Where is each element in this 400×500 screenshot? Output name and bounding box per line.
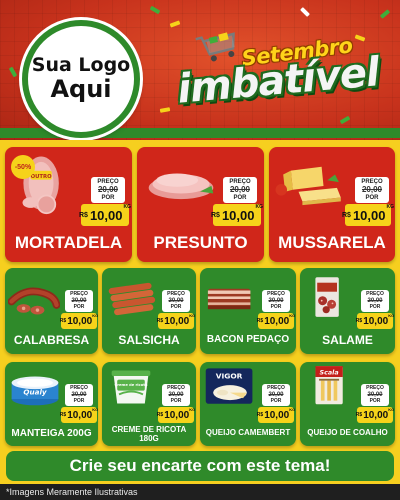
product-card-calabresa: PREÇO 20,00 POR R$ 10,00 KG CALABRESA <box>5 268 98 354</box>
product-name: BACON PEDAÇO <box>206 334 290 345</box>
store-logo-placeholder: Sua Logo Aqui <box>22 20 140 138</box>
queijo-coalho-photo: Scala <box>315 366 343 405</box>
discount-badge: -50% <box>11 155 35 179</box>
product-name-line1: CREME DE RICOTA <box>111 425 187 434</box>
product-card-creme-ricota: Creme de ricota PREÇO 20,00 POR R$ 10,00… <box>102 362 196 446</box>
product-name: MANTEIGA 200G <box>11 428 92 439</box>
old-price-box: PREÇO 20,00 POR <box>361 290 389 312</box>
new-price-box: R$ 10,00 KG <box>356 313 394 329</box>
confetti-decoration <box>379 9 391 19</box>
new-price-box: R$ 10,00 KG <box>60 407 98 423</box>
product-card-presunto: PREÇO 20,00 POR R$ 10,00 KG PRESUNTO <box>137 147 264 262</box>
mussarela-photo <box>275 166 341 206</box>
presunto-photo <box>148 173 214 200</box>
product-card-manteiga: Qualy PREÇO 20,00 POR R$ 10,00 KG MANTEI… <box>5 362 98 446</box>
old-price-box: PREÇO 20,00 POR <box>91 177 125 203</box>
product-card-salame: PREÇO 20,00 POR R$ 10,00 KG SALAME <box>300 268 395 354</box>
confetti-decoration <box>149 5 161 15</box>
old-price-box: PREÇO 20,00 POR <box>262 384 290 406</box>
product-name-line2: 180G <box>139 434 159 443</box>
old-price-box: PREÇO 20,00 POR <box>355 177 389 203</box>
old-price-box: PREÇO 20,00 POR <box>223 177 257 203</box>
new-price-box: R$ 10,00 KG <box>356 407 394 423</box>
coalho-brand-text: Scala <box>320 369 339 376</box>
new-price-box: R$ 10,00 KG <box>157 313 195 329</box>
old-price-box: PREÇO 20,00 POR <box>162 290 190 312</box>
confetti-decoration <box>339 115 351 125</box>
product-name: CALABRESA <box>13 333 90 347</box>
confetti-decoration <box>300 7 310 17</box>
product-name: MUSSARELA <box>278 233 386 252</box>
new-price-box: R$ 10,00 KG <box>211 204 263 226</box>
product-card-bacon: PREÇO 20,00 POR R$ 10,00 KG BACON PEDAÇO <box>200 268 296 354</box>
disclaimer-text: *Imagens Meramente Ilustrativas <box>0 484 400 500</box>
product-card-salsicha: PREÇO 20,00 POR R$ 10,00 KG SALSICHA <box>102 268 196 354</box>
product-name: SALAME <box>322 333 373 347</box>
product-name: MORTADELA <box>14 233 123 252</box>
logo-text-line1: Sua Logo <box>31 54 131 77</box>
product-card-mussarela: PREÇO 20,00 POR R$ 10,00 KG MUSSARELA <box>269 147 395 262</box>
create-flyer-button[interactable]: Crie seu encarte com este tema! <box>6 451 394 481</box>
product-name: CREME DE RICOTA 180G <box>102 425 196 443</box>
new-price-box: R$ 10,00 KG <box>79 204 131 226</box>
camembert-photo: VIGOR <box>205 368 253 404</box>
old-price-box: PREÇO 20,00 POR <box>65 384 93 406</box>
old-price-box: PREÇO 20,00 POR <box>162 384 190 406</box>
product-name: QUEIJO CAMEMBERT <box>205 428 291 437</box>
new-price-box: R$ 10,00 KG <box>157 407 195 423</box>
old-price-box: PREÇO 20,00 POR <box>65 290 93 312</box>
manteiga-brand-text: Qualy <box>23 388 47 397</box>
confetti-decoration <box>159 107 171 113</box>
new-price-box: R$ 10,00 KG <box>60 313 98 329</box>
new-price-box: R$ 10,00 KG <box>342 204 394 226</box>
logo-text-line2: Aqui <box>50 75 112 104</box>
new-price-box: R$ 10,00 KG <box>257 313 295 329</box>
salsicha-photo <box>108 282 156 316</box>
calabresa-photo <box>8 287 60 315</box>
product-name: PRESUNTO <box>153 233 248 252</box>
manteiga-photo: Qualy <box>11 376 59 406</box>
old-price-box: PREÇO 20,00 POR <box>361 384 389 406</box>
product-name: SALSICHA <box>118 333 180 347</box>
creme-ricota-photo: Creme de ricota <box>111 370 151 404</box>
product-card-queijo-coalho: Scala PREÇO 20,00 POR R$ 10,00 KG QUEIJO… <box>300 362 395 446</box>
ricota-brand-text: Creme de ricota <box>115 383 149 387</box>
confetti-decoration <box>8 66 18 78</box>
header-banner: Sua Logo Aqui Setembro imbatível <box>0 0 400 140</box>
new-price-box: R$ 10,00 KG <box>257 407 295 423</box>
product-card-mortadela: -50% OUTRO PREÇO 20,00 POR R$ 10,00 KG M… <box>5 147 132 262</box>
salame-photo <box>315 277 339 317</box>
product-name: QUEIJO DE COALHO <box>307 428 388 437</box>
create-flyer-label: Crie seu encarte com este tema! <box>69 456 331 475</box>
product-card-camembert: VIGOR PREÇO 20,00 POR R$ 10,00 KG QUEIJO… <box>200 362 296 446</box>
old-price-box: PREÇO 20,00 POR <box>262 290 290 312</box>
camembert-brand-text: VIGOR <box>216 372 243 381</box>
bacon-photo <box>207 288 251 310</box>
mortadela-brand-text: OUTRO <box>31 174 52 180</box>
confetti-decoration <box>169 20 181 28</box>
